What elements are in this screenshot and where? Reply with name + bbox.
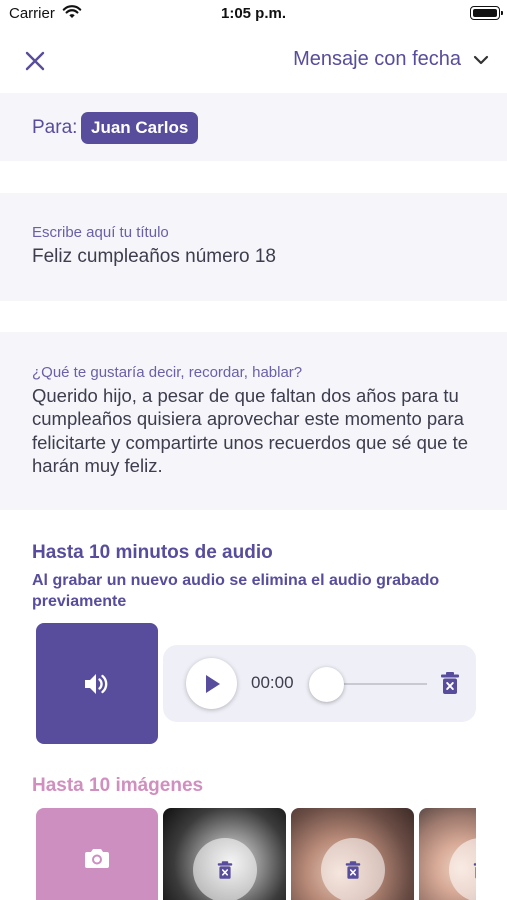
- delete-image-button[interactable]: [449, 838, 476, 900]
- nav-bar: Mensaje con fecha: [0, 30, 507, 92]
- title-input[interactable]: Feliz cumpleaños número 18: [32, 246, 472, 268]
- message-type-dropdown[interactable]: Mensaje con fecha: [293, 48, 489, 71]
- image-thumbnail[interactable]: [291, 808, 414, 900]
- clock-label: 1:05 p.m.: [220, 5, 287, 22]
- audio-progress-thumb[interactable]: [309, 667, 344, 702]
- delete-audio-button[interactable]: [440, 671, 460, 700]
- record-audio-button[interactable]: [36, 623, 158, 744]
- audio-section-title: Hasta 10 minutos de audio: [32, 542, 273, 563]
- trash-icon: [217, 861, 233, 879]
- speaker-icon: [85, 673, 108, 694]
- image-strip: [36, 808, 476, 900]
- trash-icon: [441, 672, 459, 694]
- play-button[interactable]: [186, 658, 237, 709]
- close-button[interactable]: [20, 46, 50, 76]
- image-thumbnail[interactable]: [419, 808, 476, 900]
- title-field-label: Escribe aquí tu título: [32, 224, 169, 241]
- audio-time: 00:00: [251, 673, 294, 692]
- trash-icon: [473, 863, 476, 879]
- title-field[interactable]: Escribe aquí tu título Feliz cumpleaños …: [0, 193, 507, 301]
- audio-player: 00:00: [163, 645, 476, 722]
- recipient-chip[interactable]: Juan Carlos: [81, 112, 199, 144]
- close-icon: [25, 51, 45, 71]
- recipient-label: Para:: [32, 117, 78, 138]
- delete-image-button[interactable]: [321, 838, 385, 900]
- status-bar: Carrier 1:05 p.m.: [0, 0, 507, 30]
- images-section-title: Hasta 10 imágenes: [32, 775, 204, 796]
- camera-icon: [85, 849, 109, 868]
- message-input[interactable]: Querido hijo, a pesar de que faltan dos …: [32, 384, 482, 477]
- message-field-label: ¿Qué te gustaría decir, recordar, hablar…: [32, 364, 303, 381]
- trash-icon: [345, 861, 361, 879]
- message-field[interactable]: ¿Qué te gustaría decir, recordar, hablar…: [0, 332, 507, 510]
- image-thumbnail[interactable]: [163, 808, 286, 900]
- add-image-button[interactable]: [36, 808, 158, 900]
- delete-image-button[interactable]: [193, 838, 257, 900]
- play-icon: [205, 674, 220, 693]
- recipient-section: Para: Juan Carlos: [0, 93, 507, 161]
- message-type-label: Mensaje con fecha: [293, 48, 461, 70]
- chevron-down-icon: [473, 55, 489, 64]
- battery-icon: [470, 6, 503, 20]
- audio-warning-text: Al grabar un nuevo audio se elimina el a…: [32, 572, 440, 610]
